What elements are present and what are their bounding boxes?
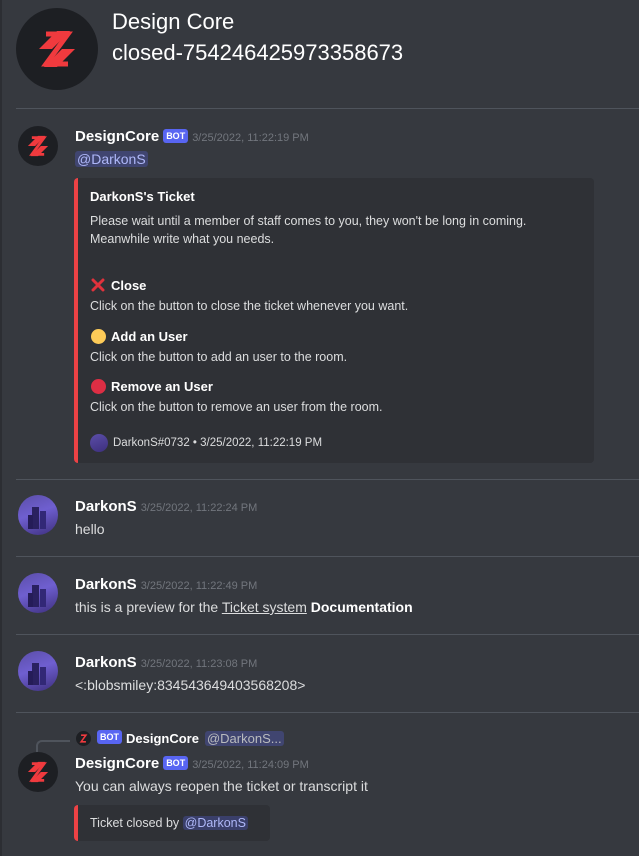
author-name[interactable]: DarkonS xyxy=(75,576,137,593)
embed-field-name: Close xyxy=(90,277,146,293)
embed-field-value: Click on the button to remove an user fr… xyxy=(90,400,383,414)
user-mention[interactable]: @DarkonS xyxy=(75,151,148,167)
embed-title: DarkonS's Ticket xyxy=(90,189,195,204)
embed-footer: DarkonS#0732 • 3/25/2022, 11:22:19 PM xyxy=(90,434,322,452)
cross-mark-icon xyxy=(90,277,106,293)
reply-avatar-icon xyxy=(76,731,91,746)
channel-header: Design Core closed-754246425973358673 xyxy=(0,0,639,108)
reply-preview[interactable]: BOT DesignCore @DarkonS... xyxy=(76,729,284,746)
author-name[interactable]: DesignCore xyxy=(75,128,159,145)
reply-author: DesignCore xyxy=(126,731,199,746)
divider xyxy=(16,108,639,109)
message-header: DesignCore BOT 3/25/2022, 11:24:09 PM xyxy=(75,755,309,772)
avatar[interactable] xyxy=(18,752,58,792)
message-header: DarkonS 3/25/2022, 11:22:49 PM xyxy=(75,576,257,593)
bot-tag: BOT xyxy=(97,729,122,744)
ticket-embed: DarkonS's Ticket Please wait until a mem… xyxy=(74,178,594,463)
message-content: hello xyxy=(75,521,105,537)
message-content: <:blobsmiley:834543649403568208> xyxy=(75,677,306,693)
embed-field-value: Click on the button to add an user to th… xyxy=(90,350,348,364)
divider xyxy=(16,479,639,480)
avatar[interactable] xyxy=(18,495,58,535)
embed-field-name: Add an User xyxy=(90,328,188,344)
embed-field-name: Remove an User xyxy=(90,378,213,394)
footer-avatar-icon xyxy=(90,434,108,452)
timestamp: 3/25/2022, 11:22:49 PM xyxy=(140,580,258,592)
message-content: @DarkonS xyxy=(75,151,148,167)
message-header: DarkonS 3/25/2022, 11:23:08 PM xyxy=(75,654,257,671)
divider xyxy=(16,556,639,557)
user-mention[interactable]: @DarkonS xyxy=(182,816,248,830)
divider xyxy=(16,634,639,635)
embed-description: Please wait until a member of staff come… xyxy=(90,214,527,246)
avatar[interactable] xyxy=(18,126,58,166)
reply-connector xyxy=(36,740,70,752)
author-name[interactable]: DesignCore xyxy=(75,755,159,772)
reply-content: @DarkonS... xyxy=(204,731,284,746)
timestamp: 3/25/2022, 11:22:19 PM xyxy=(192,132,309,144)
message-header: DesignCore BOT 3/25/2022, 11:22:19 PM xyxy=(75,128,309,145)
bot-tag: BOT xyxy=(163,129,189,143)
avatar[interactable] xyxy=(18,573,58,613)
timestamp: 3/25/2022, 11:22:24 PM xyxy=(140,502,258,514)
guild-name: Design Core xyxy=(112,9,235,34)
embed-field-value: Click on the button to close the ticket … xyxy=(90,299,409,313)
timestamp: 3/25/2022, 11:23:08 PM xyxy=(140,658,258,670)
divider xyxy=(16,712,639,713)
timestamp: 3/25/2022, 11:24:09 PM xyxy=(192,759,309,771)
yellow-circle-icon xyxy=(90,328,106,344)
message-content: You can always reopen the ticket or tran… xyxy=(75,778,368,794)
message-content: this is a preview for the Ticket system … xyxy=(75,599,413,615)
author-name[interactable]: DarkonS xyxy=(75,654,137,671)
ticket-system-link[interactable]: Ticket system xyxy=(222,599,307,615)
avatar[interactable] xyxy=(18,651,58,691)
red-circle-icon xyxy=(90,378,106,394)
message-header: DarkonS 3/25/2022, 11:22:24 PM xyxy=(75,498,257,515)
channel-name: closed-754246425973358673 xyxy=(112,40,404,65)
author-name[interactable]: DarkonS xyxy=(75,498,137,515)
guild-logo-icon xyxy=(16,8,98,90)
left-edge xyxy=(0,0,2,856)
closed-embed: Ticket closed by @DarkonS xyxy=(74,805,270,841)
embed-text: Ticket closed by xyxy=(90,816,180,830)
bot-tag: BOT xyxy=(163,756,189,770)
